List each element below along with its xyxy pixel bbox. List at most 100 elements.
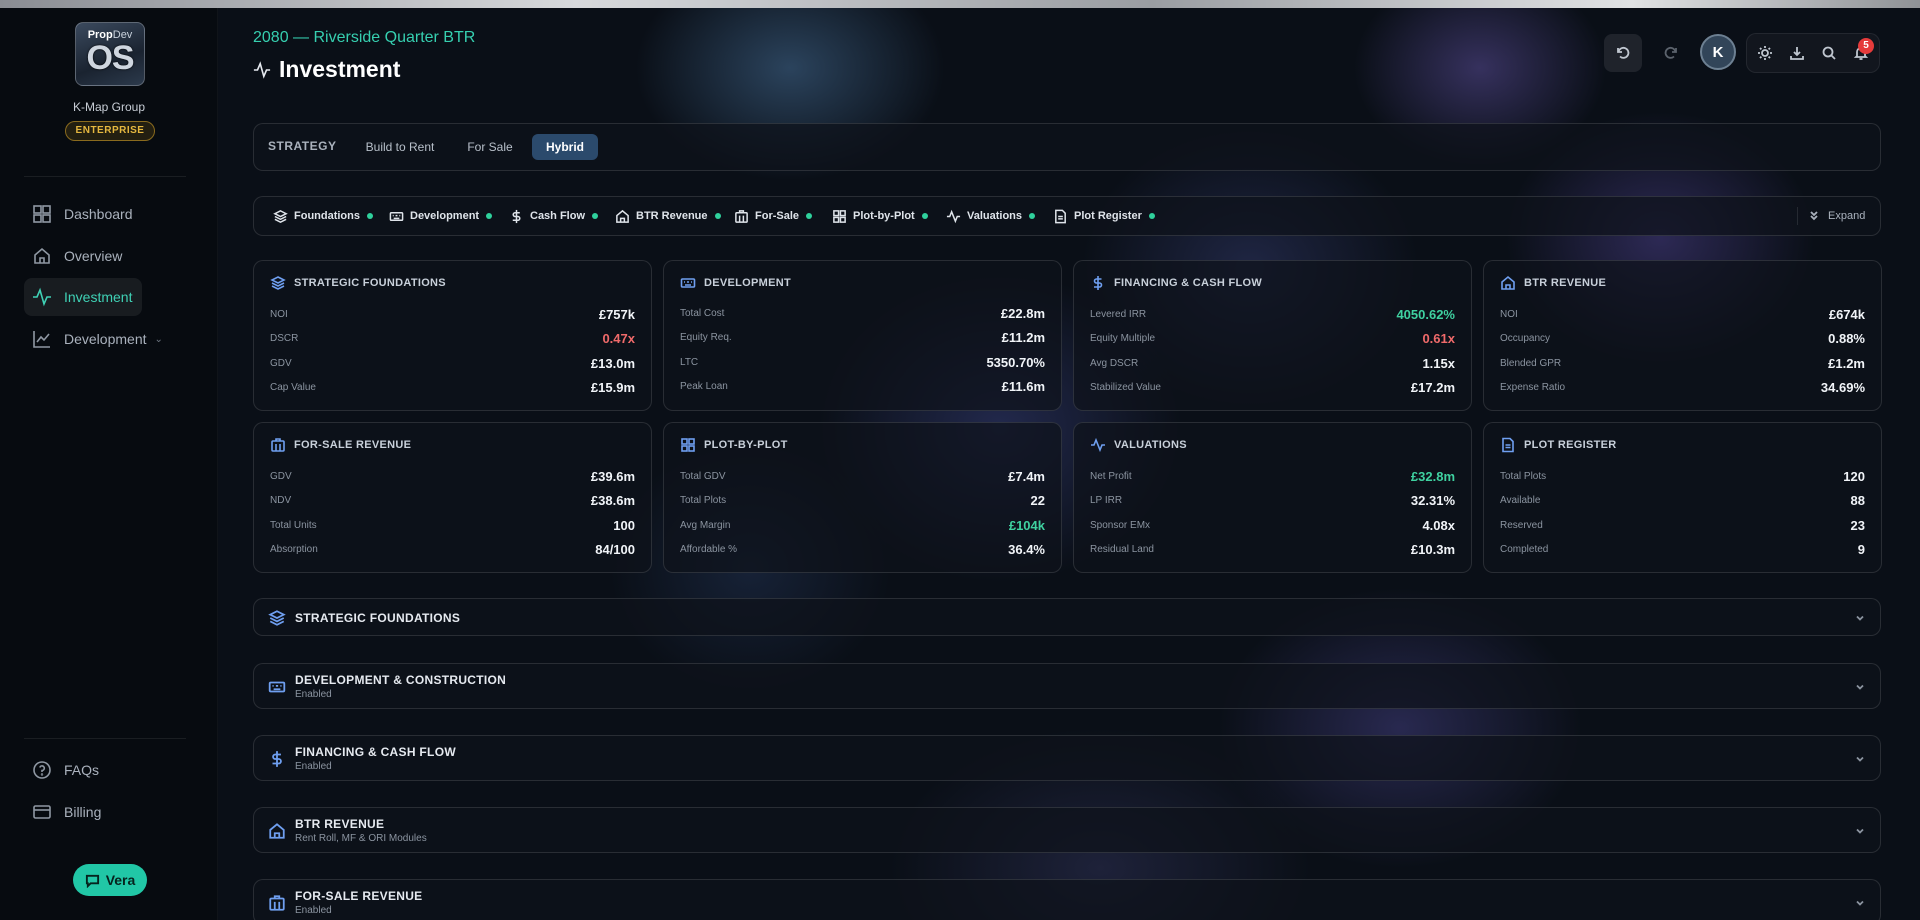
dollar-icon [272, 751, 282, 767]
download-icon [1790, 47, 1804, 60]
vera-assistant-button[interactable]: Vera [73, 864, 147, 896]
metric-row: Stabilized Value £17.2m [1090, 379, 1455, 395]
sidebar-item-billing[interactable]: Billing [24, 793, 111, 831]
sidebar-divider [24, 176, 186, 177]
avatar[interactable]: K [1700, 34, 1736, 70]
chart-line-icon [33, 331, 50, 348]
sidebar-item-label: Investment [64, 289, 133, 305]
undo-button[interactable] [1604, 34, 1642, 72]
tab-label: Development [410, 210, 480, 222]
strategy-option-hybrid[interactable]: Hybrid [532, 134, 598, 160]
redo-button[interactable] [1652, 34, 1690, 72]
summary-card-plot-register[interactable]: PLOT REGISTER Total Plots 120 Available 88… [1483, 422, 1882, 573]
tab-valuations[interactable]: Valuations [946, 206, 1036, 226]
tab-btr-revenue[interactable]: BTR Revenue [615, 206, 721, 226]
sidebar-item-dashboard[interactable]: Dashboard [24, 195, 143, 233]
metric-row: Equity Multiple 0.61x [1090, 330, 1455, 346]
metric-row: Net Profit £32.8m [1090, 468, 1455, 484]
browser-top-strip [0, 0, 1920, 8]
metric-row: LP IRR 32.31% [1090, 492, 1455, 508]
metric-row: Total GDV £7.4m [680, 468, 1045, 484]
section-development-construction[interactable]: DEVELOPMENT & CONSTRUCTION Enabled [253, 663, 1881, 709]
tab-foundations[interactable]: Foundations [273, 206, 373, 226]
card-title: PLOT REGISTER [1500, 437, 1617, 453]
summary-card-btr-revenue[interactable]: BTR REVENUE NOI £674k Occupancy 0.88% Blen… [1483, 260, 1882, 411]
strategy-option-for-sale[interactable]: For Sale [456, 134, 524, 160]
section-for-sale-revenue[interactable]: FOR-SALE REVENUE Enabled [253, 879, 1881, 920]
home-icon [1501, 275, 1515, 290]
activity-icon [33, 287, 51, 307]
help-circle-icon [33, 761, 51, 779]
summary-card-strategic-foundations[interactable]: STRATEGIC FOUNDATIONS NOI £757k DSCR 0.47x… [253, 260, 652, 411]
summary-card-valuations[interactable]: VALUATIONS Net Profit £32.8m LP IRR 32.31%… [1073, 422, 1472, 573]
section-subtitle: Enabled [295, 761, 332, 772]
credit-card-icon [33, 805, 51, 819]
sidebar-item-investment[interactable]: Investment [24, 278, 143, 316]
section-strategic-foundations[interactable]: STRATEGIC FOUNDATIONS [253, 598, 1881, 636]
file-text-icon [1055, 209, 1066, 223]
download-button[interactable] [1781, 34, 1813, 72]
status-dot [592, 213, 599, 219]
file-text-icon [1502, 437, 1514, 453]
app-logo[interactable]: PropDev OS [75, 22, 145, 86]
status-dot [1029, 213, 1036, 219]
tab-plot-register[interactable]: Plot Register [1053, 206, 1155, 226]
status-dot [806, 213, 813, 219]
metric-row: LTC 5350.70% [680, 354, 1045, 370]
section-btr-revenue[interactable]: BTR REVENUE Rent Roll, MF & ORI Modules [253, 807, 1881, 853]
expand-all-button[interactable]: Expand [1797, 207, 1865, 225]
metric-row: Cap Value £15.9m [270, 379, 635, 395]
section-subtitle: Enabled [295, 689, 332, 700]
summary-card-development[interactable]: DEVELOPMENT Total Cost £22.8m Equity Req.… [663, 260, 1062, 411]
chevron-down-icon: ⌄ [154, 333, 163, 345]
metric-row: Total Plots 120 [1500, 468, 1865, 484]
strategy-option-build-to-rent[interactable]: Build to Rent [356, 134, 444, 160]
chevron-down-icon [1856, 615, 1864, 621]
tab-cash-flow[interactable]: Cash Flow [509, 206, 599, 226]
sidebar-item-overview[interactable]: Overview [24, 237, 132, 275]
home-icon [34, 247, 50, 264]
summary-card-plot-by-plot[interactable]: PLOT-BY-PLOT Total GDV £7.4m Total Plots 2… [663, 422, 1062, 573]
dashboard-icon [33, 205, 51, 223]
keyboard-icon [268, 681, 286, 693]
metric-row: Available 88 [1500, 492, 1865, 508]
metric-row: NDV £38.6m [270, 492, 635, 508]
keyboard-icon [680, 278, 696, 288]
building-icon [271, 438, 285, 452]
plan-badge: ENTERPRISE [65, 121, 155, 141]
undo-icon [1617, 46, 1630, 59]
metric-row: Occupancy 0.88% [1500, 330, 1865, 346]
section-financing-cash-flow[interactable]: FINANCING & CASH FLOW Enabled [253, 735, 1881, 781]
metric-row: GDV £39.6m [270, 468, 635, 484]
summary-card-financing-cash-flow[interactable]: FINANCING & CASH FLOW Levered IRR 4050.62… [1073, 260, 1472, 411]
metric-row: Blended GPR £1.2m [1500, 355, 1865, 371]
card-title: DEVELOPMENT [680, 275, 791, 291]
chevron-down-icon [1856, 900, 1864, 906]
section-subtitle: Enabled [295, 905, 332, 916]
sidebar-item-development[interactable]: Development ⌄ [24, 320, 173, 358]
metric-row: Equity Req. £11.2m [680, 329, 1045, 345]
summary-card-for-sale-revenue[interactable]: FOR-SALE REVENUE GDV £39.6m NDV £38.6m Tot… [253, 422, 652, 573]
tab-development[interactable]: Development [389, 206, 493, 226]
card-title: PLOT-BY-PLOT [680, 437, 788, 453]
activity-icon [253, 60, 271, 79]
status-dot [486, 213, 493, 219]
tab-plot-by-plot[interactable]: Plot-by-Plot [832, 206, 928, 226]
section-title: FOR-SALE REVENUE [295, 889, 423, 903]
theme-toggle-button[interactable] [1749, 34, 1781, 72]
section-title: FINANCING & CASH FLOW [295, 745, 456, 759]
sidebar-item-faqs[interactable]: FAQs [24, 751, 109, 789]
tab-for-sale[interactable]: For-Sale [734, 206, 813, 226]
sidebar-divider [24, 738, 186, 739]
section-title: STRATEGIC FOUNDATIONS [295, 611, 461, 625]
grid-icon [833, 209, 846, 223]
metric-row: Reserved 23 [1500, 517, 1865, 533]
metric-row: GDV £13.0m [270, 355, 635, 371]
layers-icon [268, 610, 286, 626]
tab-label: Plot-by-Plot [853, 210, 915, 222]
sidebar-item-label: Dashboard [64, 206, 133, 222]
activity-icon [946, 209, 961, 223]
search-button[interactable] [1813, 34, 1845, 72]
dollar-icon [512, 209, 521, 223]
tab-label: Cash Flow [530, 210, 586, 222]
